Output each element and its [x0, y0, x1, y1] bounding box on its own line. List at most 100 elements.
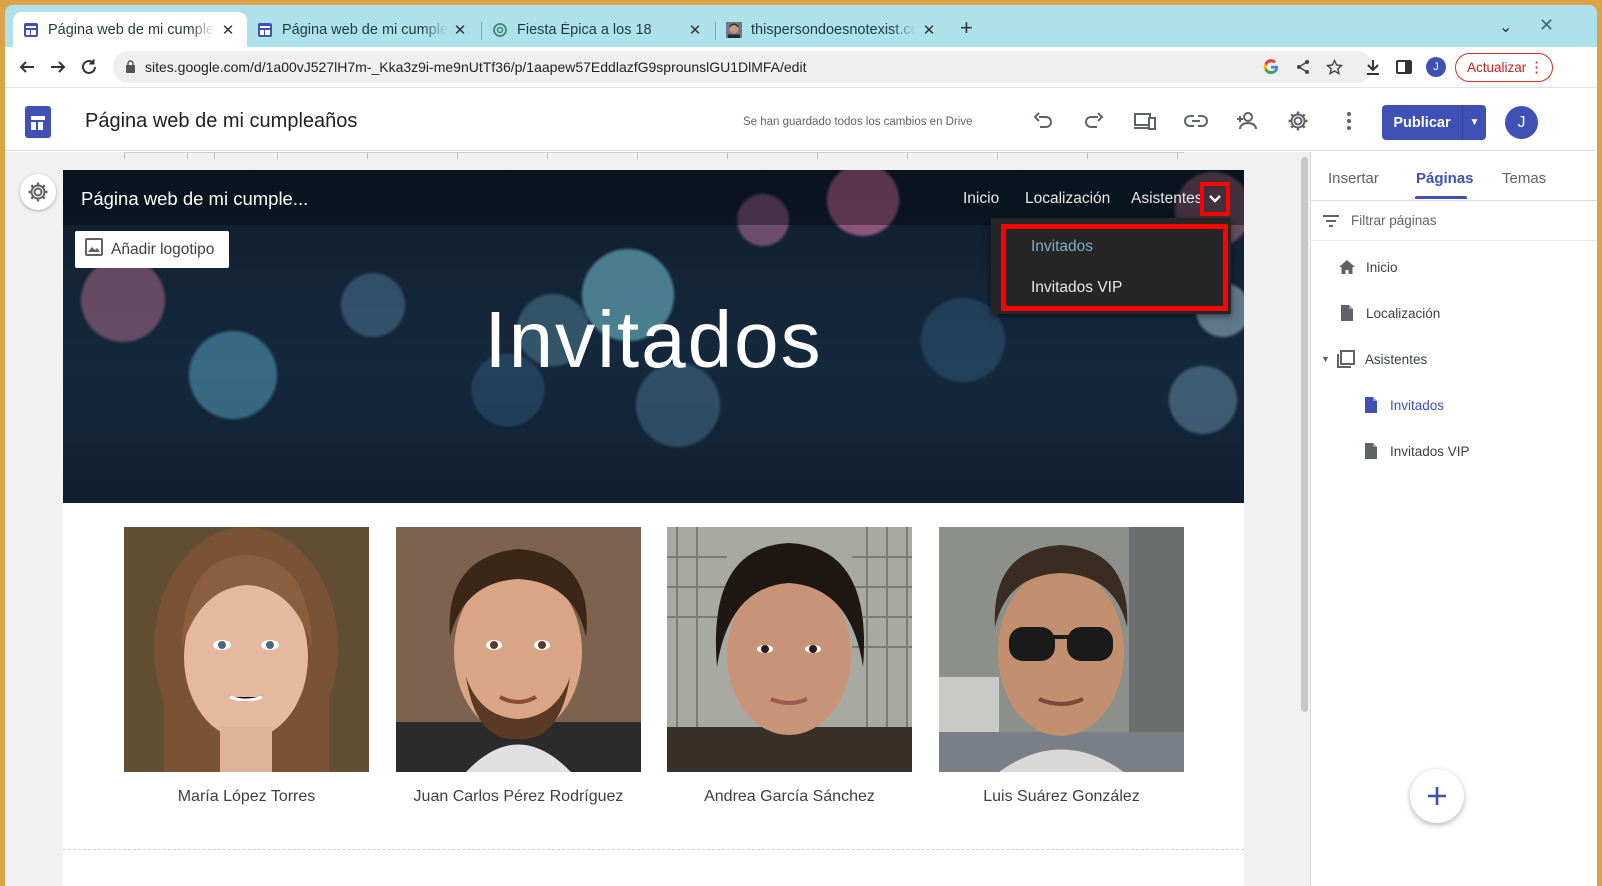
site-navigation: Página web de mi cumple... Inicio Locali…: [63, 170, 1244, 225]
person-card: Andrea García Sánchez: [667, 527, 912, 805]
tab-close-icon[interactable]: ✕: [920, 21, 938, 39]
person-photo[interactable]: [396, 527, 641, 772]
tab-search-icon[interactable]: ⌄: [1499, 17, 1512, 37]
person-photo[interactable]: [124, 527, 369, 772]
page-item-localizacion[interactable]: Localización: [1337, 303, 1440, 323]
tab-close-icon[interactable]: ✕: [686, 21, 704, 39]
url-text: sites.google.com/d/1a00vJ527lH7m-_Kka3z9…: [145, 59, 807, 75]
page-item-label: Inicio: [1366, 259, 1398, 275]
filter-pages-input[interactable]: Filtrar páginas: [1323, 213, 1437, 228]
nav-submenu-chevron-icon[interactable]: [1200, 182, 1230, 216]
more-vert-icon: ⋮: [1529, 59, 1544, 76]
nav-link-asistentes[interactable]: Asistentes: [1131, 190, 1203, 208]
page-item-label: Invitados VIP: [1390, 443, 1470, 459]
page-item-label: Localización: [1366, 305, 1441, 321]
ruler: [124, 152, 1184, 160]
person-name[interactable]: Juan Carlos Pérez Rodríguez: [396, 788, 641, 806]
person-photo[interactable]: [939, 527, 1184, 772]
panel-divider: [1311, 200, 1597, 201]
update-label: Actualizar: [1467, 60, 1527, 75]
nav-dropdown-menu: Invitados Invitados VIP: [991, 218, 1231, 314]
section-divider: [63, 849, 1244, 850]
person-photo[interactable]: [667, 527, 912, 772]
back-icon[interactable]: [16, 56, 38, 78]
tab-close-icon[interactable]: ✕: [451, 21, 469, 39]
publish-options-caret-icon[interactable]: ▼: [1463, 117, 1486, 128]
profile-avatar[interactable]: J: [1426, 57, 1446, 77]
person-name[interactable]: Luis Suárez González: [939, 788, 1184, 806]
filter-placeholder: Filtrar páginas: [1351, 213, 1437, 228]
preview-devices-icon[interactable]: [1133, 109, 1157, 133]
undo-icon[interactable]: [1031, 109, 1055, 133]
page-item-invitados-vip[interactable]: Invitados VIP: [1361, 441, 1470, 461]
site-name[interactable]: Página web de mi cumple...: [81, 188, 308, 210]
side-panel-icon[interactable]: [1393, 56, 1415, 78]
document-title[interactable]: Página web de mi cumpleaños: [85, 110, 357, 133]
tab-insertar[interactable]: Insertar: [1328, 170, 1379, 187]
page-icon: [1337, 303, 1357, 323]
google-icon[interactable]: [1261, 57, 1281, 77]
browser-tab-3[interactable]: Fiesta Épica a los 18 ✕: [482, 12, 714, 47]
google-sites-icon: [23, 22, 39, 38]
share-icon[interactable]: [1293, 57, 1313, 77]
browser-tab-1[interactable]: Página web de mi cumpleaños ✕: [13, 12, 247, 47]
reload-icon[interactable]: [78, 56, 100, 78]
tab-title: thispersondoesnotexist.com: [751, 21, 916, 38]
browser-toolbar: sites.google.com/d/1a00vJ527lH7m-_Kka3z9…: [5, 47, 1597, 88]
nav-link-inicio[interactable]: Inicio: [963, 190, 999, 208]
editor-canvas-area: Página web de mi cumple... Inicio Locali…: [5, 152, 1310, 886]
person-face-icon: [726, 21, 742, 38]
tab-title: Página web de mi cumpleaños: [282, 21, 447, 38]
bookmark-star-icon[interactable]: [1324, 57, 1344, 77]
page-item-inicio[interactable]: Inicio: [1337, 257, 1398, 277]
link-icon[interactable]: [1184, 109, 1208, 133]
add-logo-button[interactable]: Añadir logotipo: [75, 231, 229, 268]
person-name[interactable]: Andrea García Sánchez: [667, 788, 912, 806]
page-item-label: Asistentes: [1364, 351, 1428, 367]
tab-temas[interactable]: Temas: [1502, 170, 1546, 187]
home-icon: [1337, 257, 1357, 277]
window-close-icon[interactable]: ✕: [1539, 15, 1554, 36]
expand-caret-icon[interactable]: ▼: [1321, 354, 1330, 364]
address-bar[interactable]: sites.google.com/d/1a00vJ527lH7m-_Kka3z9…: [113, 51, 1373, 83]
page-item-invitados[interactable]: Invitados: [1361, 395, 1444, 415]
page-settings-gear-icon[interactable]: [20, 174, 56, 210]
nav-link-localizacion[interactable]: Localización: [1025, 190, 1110, 208]
download-icon[interactable]: [1362, 56, 1384, 78]
tab-title: Fiesta Épica a los 18: [517, 21, 652, 38]
saved-status: Se han guardado todos los cambios en Dri…: [743, 116, 973, 128]
page-icon: [1361, 441, 1381, 461]
site-page: Página web de mi cumple... Inicio Locali…: [63, 170, 1244, 886]
page-collection-icon: [1336, 349, 1356, 369]
tab-close-icon[interactable]: ✕: [219, 21, 237, 39]
right-side-panel: Insertar Páginas Temas Filtrar páginas I…: [1310, 152, 1597, 886]
publish-button[interactable]: Publicar ▼: [1382, 105, 1486, 140]
hero-header[interactable]: Página web de mi cumple... Inicio Locali…: [63, 170, 1244, 503]
filter-icon: [1323, 214, 1339, 227]
person-card: María López Torres: [124, 527, 369, 805]
new-tab-button[interactable]: +: [960, 17, 973, 39]
page-icon: [1361, 395, 1381, 415]
tab-title: Página web de mi cumpleaños: [48, 21, 215, 38]
lock-icon: [125, 60, 136, 78]
browser-tab-2[interactable]: Página web de mi cumpleaños ✕: [247, 12, 479, 47]
add-page-button[interactable]: [1410, 769, 1464, 823]
tab-strip: Página web de mi cumpleaños ✕ Página web…: [5, 5, 1597, 47]
browser-tab-4[interactable]: thispersondoesnotexist.com ✕: [716, 12, 948, 47]
publish-label: Publicar: [1393, 114, 1451, 131]
redo-icon[interactable]: [1082, 109, 1106, 133]
more-options-icon[interactable]: [1337, 109, 1361, 133]
tab-paginas[interactable]: Páginas: [1416, 170, 1474, 187]
add-logo-label: Añadir logotipo: [111, 240, 215, 258]
active-tab-indicator: [1415, 196, 1467, 199]
add-person-icon[interactable]: [1235, 109, 1259, 133]
settings-gear-icon[interactable]: [1286, 109, 1310, 133]
user-avatar[interactable]: J: [1505, 106, 1538, 139]
google-sites-logo-icon[interactable]: [25, 106, 51, 138]
update-button[interactable]: Actualizar ⋮: [1455, 53, 1553, 82]
person-name[interactable]: María López Torres: [124, 788, 369, 806]
forward-icon[interactable]: [47, 56, 69, 78]
highlight-box: [1001, 224, 1228, 311]
page-item-asistentes[interactable]: ▼ Asistentes: [1321, 349, 1427, 369]
editor-scrollbar[interactable]: [1301, 157, 1308, 712]
